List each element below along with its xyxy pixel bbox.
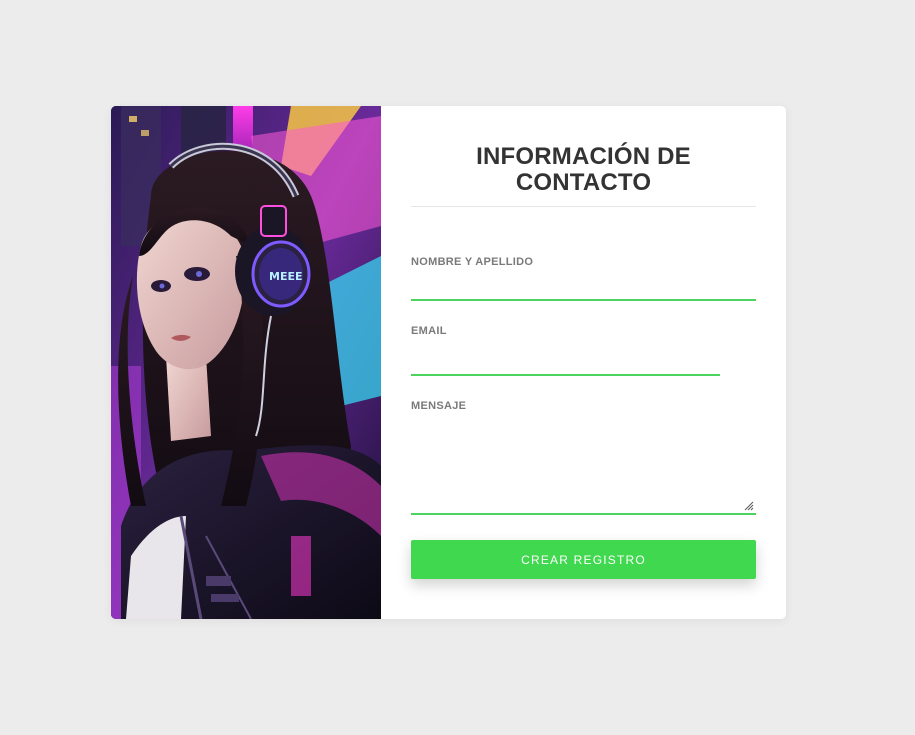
- title-divider: [411, 206, 756, 207]
- name-field[interactable]: [411, 276, 756, 301]
- hero-image: MEEE: [111, 106, 381, 619]
- message-label: MENSAJE: [411, 400, 467, 412]
- name-label: NOMBRE Y APELLIDO: [411, 256, 534, 268]
- email-label: EMAIL: [411, 325, 447, 337]
- contact-form: INFORMACIÓN DE CONTACTO NOMBRE Y APELLID…: [411, 106, 756, 619]
- message-field[interactable]: [411, 420, 756, 515]
- email-field[interactable]: [411, 351, 720, 376]
- form-title: INFORMACIÓN DE CONTACTO: [476, 143, 691, 196]
- headphone-label: MEEE: [269, 270, 303, 283]
- resize-grip-icon[interactable]: [742, 499, 754, 511]
- create-record-button[interactable]: CREAR REGISTRO: [411, 540, 756, 579]
- contact-card: MEEE INFORMACIÓN DE CONTACTO NOMBRE Y AP…: [111, 106, 786, 619]
